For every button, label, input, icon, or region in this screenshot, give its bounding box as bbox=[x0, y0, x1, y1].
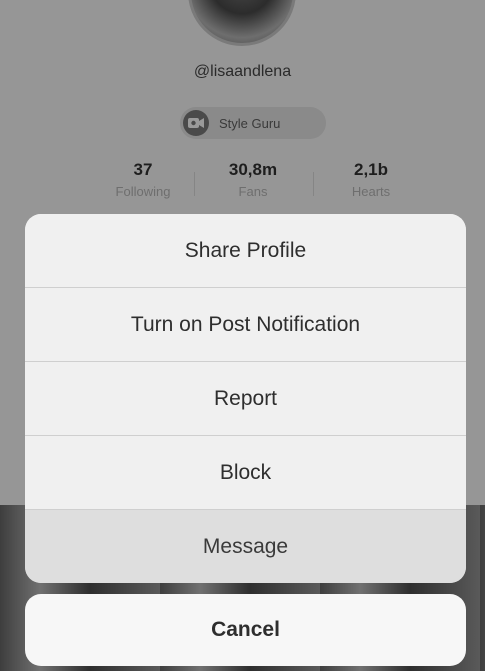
avatar[interactable] bbox=[188, 0, 296, 46]
profile-username: @lisaandlena bbox=[193, 63, 292, 80]
stat-value: 2,1b bbox=[353, 160, 389, 179]
cancel-button[interactable]: Cancel bbox=[25, 594, 466, 666]
stat-hearts[interactable]: 2,1b Hearts bbox=[301, 160, 441, 199]
message-button[interactable]: Message bbox=[25, 509, 466, 583]
block-button[interactable]: Block bbox=[25, 435, 466, 509]
stat-label: Hearts bbox=[351, 184, 391, 199]
action-sheet: Share Profile Turn on Post Notification … bbox=[25, 214, 466, 583]
style-guru-badge[interactable]: Style Guru bbox=[180, 107, 326, 139]
report-button[interactable]: Report bbox=[25, 361, 466, 435]
share-profile-button[interactable]: Share Profile bbox=[25, 214, 466, 287]
post-notification-button[interactable]: Turn on Post Notification bbox=[25, 287, 466, 361]
badge-label: Style Guru bbox=[219, 115, 281, 131]
profile-stats: 37 Following 30,8m Fans 2,1b Hearts bbox=[0, 160, 485, 210]
video-camera-icon bbox=[183, 110, 209, 136]
